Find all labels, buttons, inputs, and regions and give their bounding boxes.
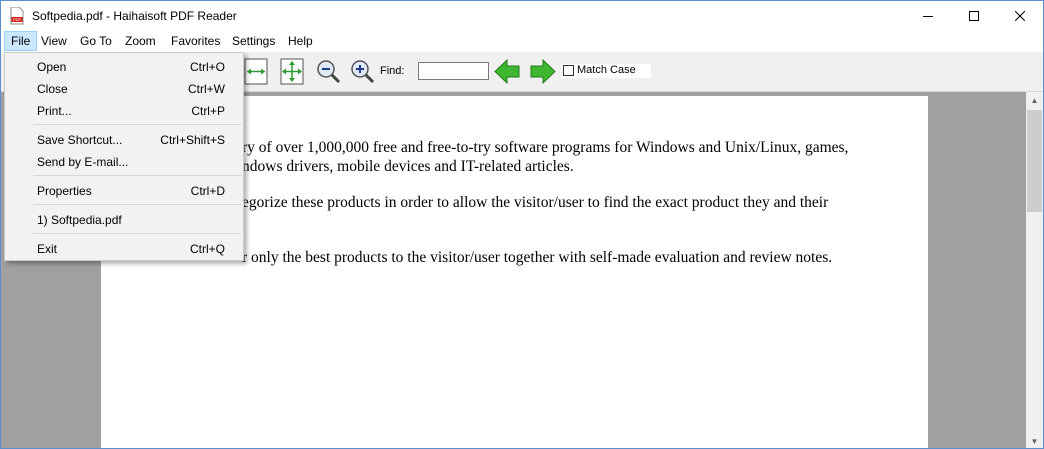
close-window-button[interactable] [997,1,1043,31]
menu-go-to[interactable]: Go To [74,31,118,51]
scroll-up-icon[interactable]: ▲ [1026,92,1043,109]
minimize-icon [923,16,933,17]
menu-item-shortcut: Ctrl+W [188,82,225,96]
menu-item-exit[interactable]: Exit Ctrl+Q [5,237,243,259]
menu-item-open[interactable]: Open Ctrl+O [5,55,243,77]
menu-item-print[interactable]: Print... Ctrl+P [5,99,243,121]
menu-item-label: 1) Softpedia.pdf [37,213,122,227]
minimize-button[interactable] [905,1,951,31]
menu-item-label: Properties [37,184,92,198]
menu-item-close[interactable]: Close Ctrl+W [5,77,243,99]
zoom-out-icon[interactable] [314,57,342,86]
menu-item-shortcut: Ctrl+P [191,104,225,118]
menu-item-label: Close [37,82,68,96]
find-label: Find: [380,65,405,77]
app-window: PDF Softpedia.pdf - Haihaisoft PDF Reade… [0,0,1044,449]
match-case-checkbox[interactable]: Match Case [561,64,651,78]
menu-view[interactable]: View [35,31,73,51]
svg-text:PDF: PDF [13,17,22,22]
window-title: Softpedia.pdf - Haihaisoft PDF Reader [32,9,237,23]
menu-item-label: Send by E-mail... [37,155,129,169]
maximize-button[interactable] [951,1,997,31]
checkbox-box[interactable] [563,65,574,76]
vertical-scrollbar[interactable]: ▲ ▼ [1026,92,1043,448]
close-icon [1015,11,1025,21]
menu-item-shortcut: Ctrl+Shift+S [160,133,225,147]
menu-favorites[interactable]: Favorites [165,31,226,51]
menu-item-shortcut: Ctrl+Q [189,242,225,256]
menu-separator [33,124,241,125]
menu-item-label: Save Shortcut... [37,133,123,147]
menu-item-shortcut: Ctrl+O [189,60,225,74]
menu-separator [33,175,241,176]
scrollbar-thumb[interactable] [1027,110,1042,212]
document-line-1: ry of over 1,000,000 free and free-to-tr… [242,139,849,156]
find-input[interactable] [418,62,489,80]
title-bar: PDF Softpedia.pdf - Haihaisoft PDF Reade… [1,1,1043,31]
match-case-label: Match Case [577,64,636,76]
find-next-arrow-icon[interactable] [529,57,557,86]
menu-item-label: Print... [37,104,72,118]
menu-item-shortcut: Ctrl+D [190,184,225,198]
menu-separator [33,204,241,205]
pdf-file-icon: PDF [10,7,24,25]
menu-item-properties[interactable]: Properties Ctrl+D [5,179,243,201]
menu-settings[interactable]: Settings [226,31,281,51]
fit-width-icon[interactable] [242,57,270,86]
menu-separator [33,233,241,234]
document-line-2: ndows drivers, mobile devices and IT-rel… [242,158,574,175]
menu-file[interactable]: File [4,31,38,51]
zoom-in-icon[interactable] [348,57,376,86]
menu-bar: File View Go To Zoom Favorites Settings … [1,31,1043,52]
file-menu-dropdown: Open Ctrl+O Close Ctrl+W Print... Ctrl+P… [4,52,244,261]
document-line-3: egorize these products in order to allow… [242,194,829,211]
fit-page-icon[interactable] [278,57,306,86]
menu-item-recent-file[interactable]: 1) Softpedia.pdf [5,208,243,230]
scroll-down-icon[interactable]: ▼ [1026,433,1043,448]
menu-zoom[interactable]: Zoom [119,31,162,51]
document-line-4: r only the best products to the visitor/… [242,249,833,266]
menu-help[interactable]: Help [282,31,319,51]
menu-item-label: Open [37,60,67,74]
menu-item-send-by-email[interactable]: Send by E-mail... [5,150,243,172]
menu-item-label: Exit [37,242,58,256]
find-previous-arrow-icon[interactable] [493,57,521,86]
menu-item-save-shortcut[interactable]: Save Shortcut... Ctrl+Shift+S [5,128,243,150]
maximize-icon [969,11,979,21]
